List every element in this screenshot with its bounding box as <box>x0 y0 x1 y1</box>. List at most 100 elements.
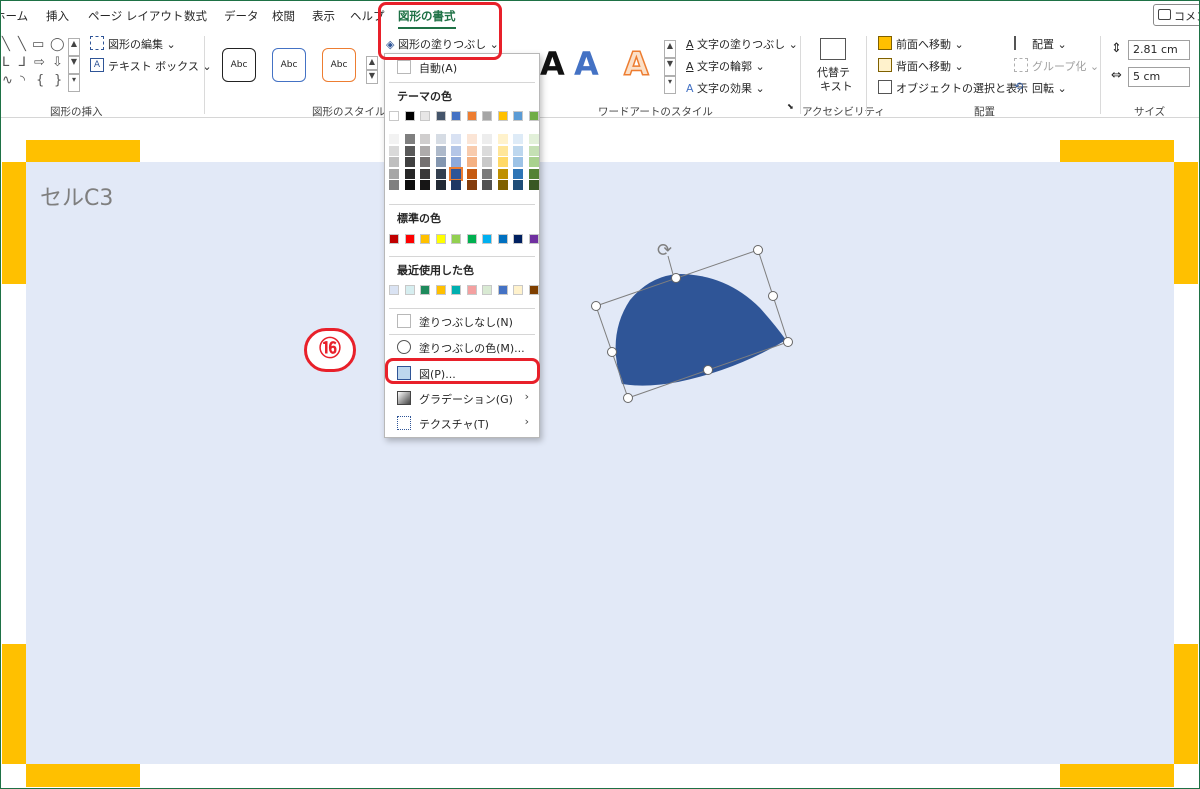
recent-color-swatch[interactable] <box>389 285 399 295</box>
recent-color-swatch[interactable] <box>513 285 523 295</box>
theme-shade-swatch[interactable] <box>528 180 539 190</box>
theme-shade-swatch[interactable] <box>528 168 539 179</box>
theme-shade-swatch[interactable] <box>451 145 461 156</box>
standard-color-swatch[interactable] <box>466 234 477 244</box>
theme-color-swatch[interactable] <box>528 111 539 121</box>
theme-color-swatch[interactable] <box>389 111 399 121</box>
theme-shade-swatch[interactable] <box>528 134 539 144</box>
theme-shade-swatch[interactable] <box>389 168 399 179</box>
theme-shade-swatch[interactable] <box>513 180 523 190</box>
wordart-sample-orange[interactable]: A <box>623 45 649 83</box>
theme-color-swatch[interactable] <box>497 111 508 121</box>
oval-shape-icon[interactable]: ◯ <box>50 38 65 52</box>
recent-color-swatch[interactable] <box>420 285 430 295</box>
theme-color-swatch[interactable] <box>435 111 446 121</box>
theme-shade-swatch[interactable] <box>528 157 539 167</box>
arrow-right-shape-icon[interactable]: ⇨ <box>34 56 45 70</box>
theme-shade-swatch[interactable] <box>497 145 508 156</box>
styles-scroll-up-icon[interactable]: ▲ <box>366 56 378 70</box>
wordart-sample-black[interactable]: A <box>540 46 565 82</box>
tab-3[interactable]: 数式 <box>184 8 207 24</box>
theme-shade-swatch[interactable] <box>466 134 477 144</box>
standard-color-swatch[interactable] <box>497 234 508 244</box>
theme-shade-swatch[interactable] <box>404 168 415 179</box>
theme-shade-swatch[interactable] <box>435 134 446 144</box>
arc-shape-icon[interactable]: ◝ <box>20 74 25 88</box>
theme-color-swatch[interactable] <box>404 111 415 121</box>
theme-color-swatch[interactable] <box>513 111 523 121</box>
theme-shade-swatch[interactable] <box>420 168 430 179</box>
text-box-button[interactable]: テキスト ボックス ⌄ <box>108 58 212 74</box>
menu-item-texture[interactable]: テクスチャ(T) › <box>385 412 539 434</box>
shapes-more-icon[interactable]: ▾ <box>68 74 80 92</box>
shape-style-black[interactable]: Abc <box>222 48 256 82</box>
theme-shade-swatch[interactable] <box>451 157 461 167</box>
theme-shade-swatch[interactable] <box>435 145 446 156</box>
theme-shade-swatch[interactable] <box>482 157 492 167</box>
theme-shade-swatch[interactable] <box>389 134 399 144</box>
theme-shade-swatch[interactable] <box>497 134 508 144</box>
theme-shade-swatch[interactable] <box>482 134 492 144</box>
theme-shade-swatch[interactable] <box>404 157 415 167</box>
theme-shade-swatch[interactable] <box>404 145 415 156</box>
recent-color-swatch[interactable] <box>466 285 477 295</box>
tab-5[interactable]: 校閲 <box>272 8 295 24</box>
standard-color-swatch[interactable] <box>420 234 430 244</box>
arrow-down-shape-icon[interactable]: ⇩ <box>52 56 63 70</box>
tab-1[interactable]: 挿入 <box>46 8 69 24</box>
brace-left-shape-icon[interactable]: { <box>36 74 44 88</box>
shape-style-orange[interactable]: Abc <box>322 48 356 82</box>
recent-color-swatch[interactable] <box>435 285 446 295</box>
theme-shade-swatch[interactable] <box>449 166 463 181</box>
shapes-scroll-up-icon[interactable]: ▲ <box>68 38 80 56</box>
theme-shade-swatch[interactable] <box>482 168 492 179</box>
shape-height-input[interactable]: 2.81 cm <box>1128 40 1190 60</box>
connector-shape-icon[interactable]: ᒧ <box>18 56 26 70</box>
shape-style-blue[interactable]: Abc <box>272 48 306 82</box>
wordart-scroll-up-icon[interactable]: ▲ <box>664 40 676 58</box>
menu-item-no-fill[interactable]: 塗りつぶしなし(N) <box>385 310 539 332</box>
recent-color-swatch[interactable] <box>451 285 461 295</box>
rectangle-shape-icon[interactable]: ▭ <box>32 38 44 52</box>
theme-shade-swatch[interactable] <box>435 157 446 167</box>
dialog-launcher-icon[interactable]: ⬊ <box>787 102 794 111</box>
theme-shade-swatch[interactable] <box>404 180 415 190</box>
theme-shade-swatch[interactable] <box>466 157 477 167</box>
text-effects-button[interactable]: A 文字の効果 ⌄ <box>686 80 765 96</box>
theme-shade-swatch[interactable] <box>435 180 446 190</box>
connector-shape-icon[interactable]: ᒪ <box>2 56 9 70</box>
theme-color-swatch[interactable] <box>466 111 477 121</box>
theme-shade-swatch[interactable] <box>466 180 477 190</box>
line-shape-icon[interactable]: ╲ <box>18 38 26 52</box>
theme-shade-swatch[interactable] <box>513 145 523 156</box>
theme-shade-swatch[interactable] <box>528 145 539 156</box>
text-outline-button[interactable]: A 文字の輪郭 ⌄ <box>686 58 765 74</box>
tab-0[interactable]: ホーム <box>0 8 28 24</box>
recent-color-swatch[interactable] <box>482 285 492 295</box>
shapes-scroll-down-icon[interactable]: ▼ <box>68 56 80 74</box>
line-shape-icon[interactable]: ╲ <box>2 38 10 52</box>
bring-forward-button[interactable]: 前面へ移動 ⌄ <box>896 36 964 52</box>
theme-shade-swatch[interactable] <box>482 145 492 156</box>
standard-color-swatch[interactable] <box>513 234 523 244</box>
brace-right-shape-icon[interactable]: } <box>54 74 62 88</box>
theme-shade-swatch[interactable] <box>420 157 430 167</box>
theme-shade-swatch[interactable] <box>482 180 492 190</box>
tab-4[interactable]: データ <box>224 8 259 24</box>
theme-shade-swatch[interactable] <box>513 134 523 144</box>
send-backward-button[interactable]: 背面へ移動 ⌄ <box>896 58 964 74</box>
theme-shade-swatch[interactable] <box>389 180 399 190</box>
menu-item-gradient[interactable]: グラデーション(G) › <box>385 387 539 409</box>
standard-color-swatch[interactable] <box>389 234 399 244</box>
selection-pane-button[interactable]: オブジェクトの選択と表示 <box>896 80 1028 96</box>
alt-text-button-line2[interactable]: キスト <box>820 78 853 94</box>
theme-shade-swatch[interactable] <box>497 168 508 179</box>
standard-color-swatch[interactable] <box>482 234 492 244</box>
theme-shade-swatch[interactable] <box>451 134 461 144</box>
tab-6[interactable]: 表示 <box>312 8 335 24</box>
theme-shade-swatch[interactable] <box>497 157 508 167</box>
text-fill-button[interactable]: A 文字の塗りつぶし ⌄ <box>686 36 798 52</box>
theme-color-swatch[interactable] <box>451 111 461 121</box>
theme-shade-swatch[interactable] <box>420 134 430 144</box>
theme-shade-swatch[interactable] <box>513 168 523 179</box>
